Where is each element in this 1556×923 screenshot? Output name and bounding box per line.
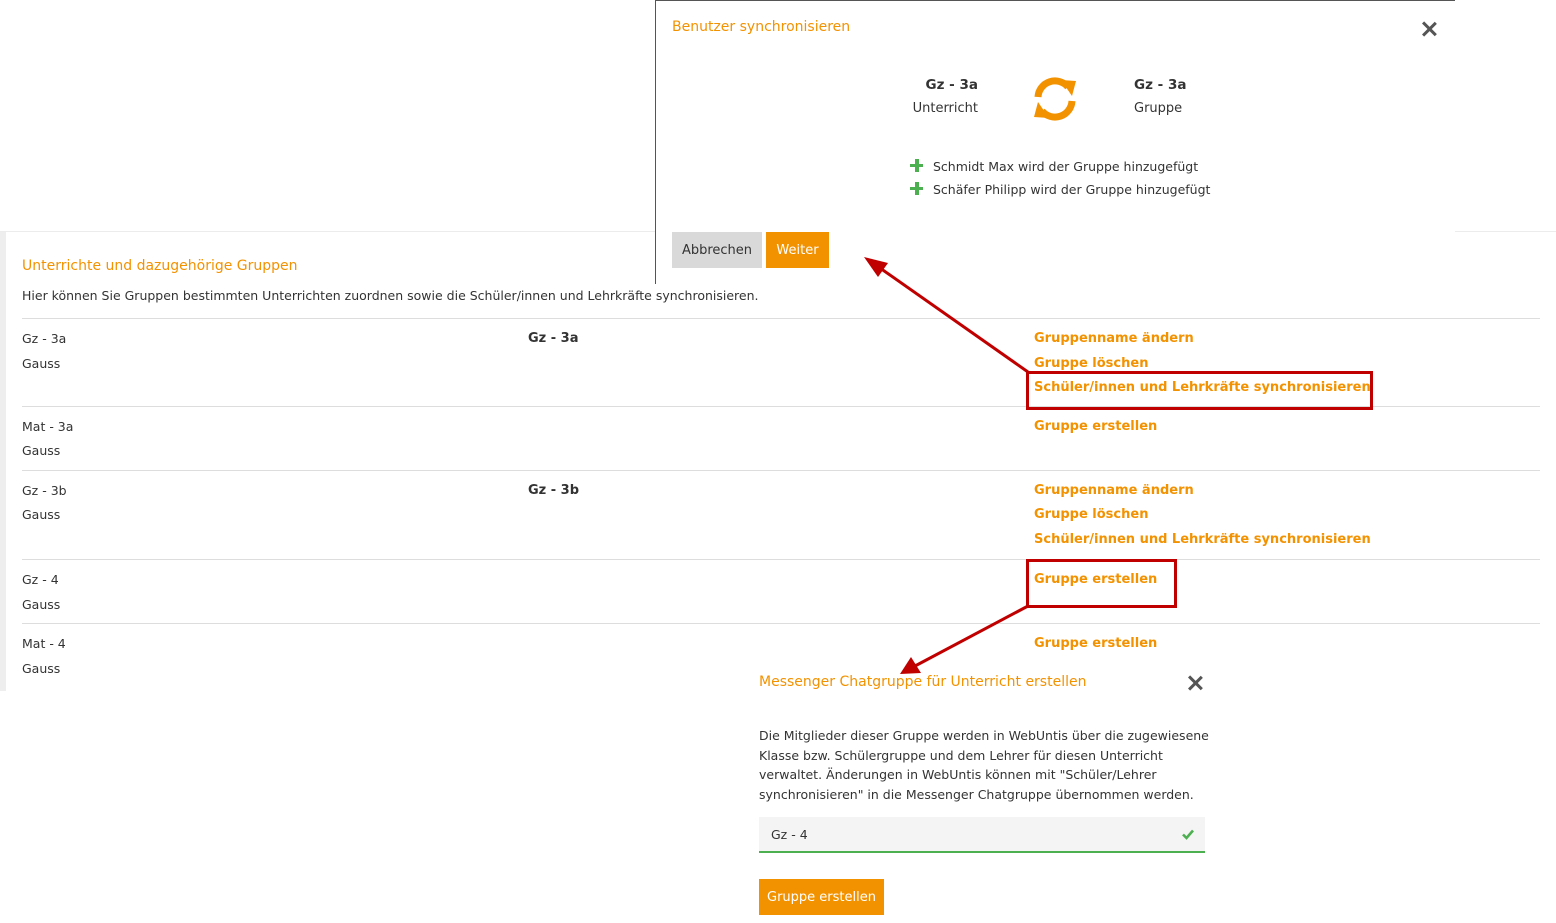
- arrow-head: [864, 257, 888, 277]
- arrow-line: [879, 266, 1029, 374]
- annotation-arrows: [864, 257, 1029, 674]
- arrow-line: [914, 604, 1029, 668]
